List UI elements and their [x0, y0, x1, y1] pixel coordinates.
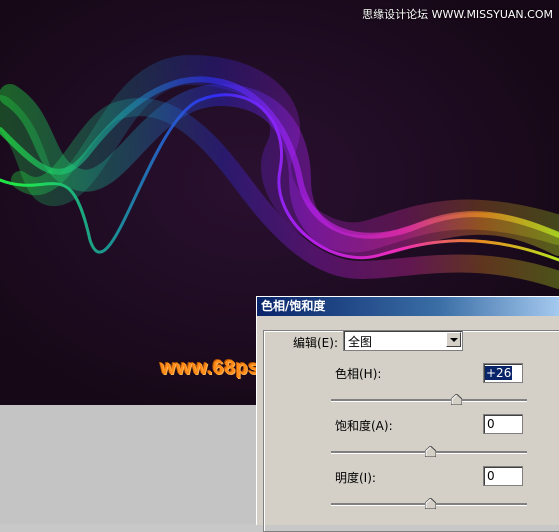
- lightness-value: 0: [487, 469, 495, 483]
- saturation-slider-thumb[interactable]: [425, 446, 436, 457]
- lightness-slider-thumb[interactable]: [425, 498, 436, 509]
- edit-label: 编辑(E):: [293, 336, 338, 350]
- watermark-forum-text: 思缘设计论坛 WWW.MISSYUAN.COM: [362, 8, 553, 21]
- hue-value: +26: [485, 366, 513, 380]
- dialog-title[interactable]: 色相/饱和度: [257, 297, 559, 316]
- chevron-down-icon[interactable]: [446, 332, 461, 347]
- hue-input[interactable]: +26: [483, 363, 523, 383]
- hue-saturation-dialog: 色相/饱和度 编辑(E): 全图 色相(H): +26 饱和度(A): 0 明度…: [256, 296, 559, 532]
- saturation-input[interactable]: 0: [483, 414, 523, 434]
- hue-slider-track[interactable]: [331, 399, 527, 402]
- lightness-input[interactable]: 0: [483, 466, 523, 486]
- edit-channel-select[interactable]: 全图: [343, 330, 463, 351]
- hue-label: 色相(H):: [335, 367, 382, 381]
- saturation-value: 0: [487, 417, 495, 431]
- saturation-label: 饱和度(A):: [335, 419, 393, 433]
- hue-slider-thumb[interactable]: [451, 394, 462, 405]
- edit-channel-value: 全图: [348, 335, 373, 349]
- lightness-label: 明度(I):: [335, 471, 376, 485]
